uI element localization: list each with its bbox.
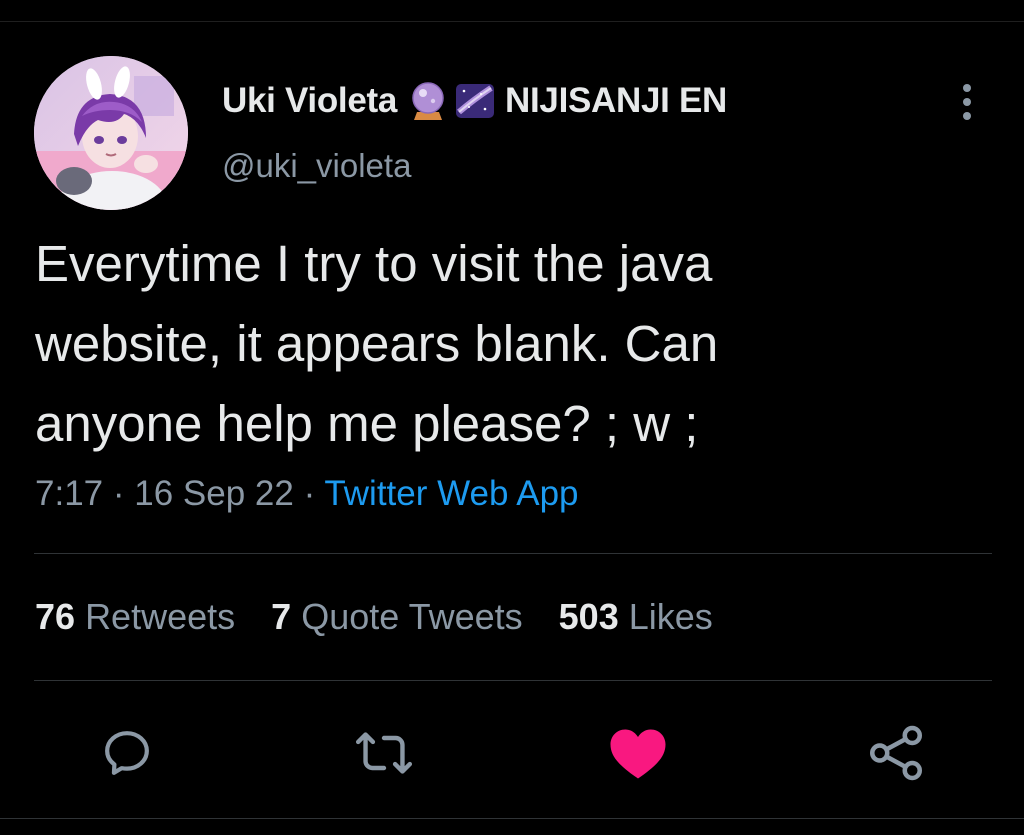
quote-tweets-label: Quote Tweets xyxy=(301,596,523,637)
author-handle[interactable]: @uki_violeta xyxy=(222,147,411,185)
divider xyxy=(34,680,992,681)
like-icon xyxy=(610,729,666,779)
avatar[interactable] xyxy=(34,56,188,210)
divider xyxy=(34,553,992,554)
bottom-divider xyxy=(0,818,1024,819)
tweet-text-line: anyone help me please? ; w ; xyxy=(35,395,699,452)
quote-tweets-count: 7 xyxy=(271,596,292,637)
retweets-count: 76 xyxy=(35,596,76,637)
retweets-stat[interactable]: 76 Retweets xyxy=(35,596,235,638)
meta-separator: · xyxy=(303,474,325,513)
share-icon xyxy=(870,725,922,781)
likes-stat[interactable]: 503 Likes xyxy=(559,596,713,638)
retweet-icon xyxy=(355,732,413,774)
tweet-meta: 7:17 · 16 Sep 22 · Twitter Web App xyxy=(35,474,579,514)
more-vertical-icon xyxy=(963,84,971,120)
tweet-text-line: website, it appears blank. Can xyxy=(35,315,719,372)
retweets-label: Retweets xyxy=(85,596,236,637)
milky-way-icon xyxy=(455,82,495,120)
author-name-row[interactable]: Uki Violeta NIJISANJI EN xyxy=(222,79,727,123)
crystal-ball-icon xyxy=(409,81,447,121)
display-name[interactable]: Uki Violeta xyxy=(222,81,397,121)
tweet-date[interactable]: 16 Sep 22 xyxy=(134,474,294,513)
more-options-button[interactable] xyxy=(950,80,984,124)
meta-separator: · xyxy=(112,474,135,513)
likes-count: 503 xyxy=(558,596,619,637)
retweet-button[interactable] xyxy=(354,723,414,783)
tweet-text-line: Everytime I try to visit the java xyxy=(35,235,713,292)
avatar-illustration xyxy=(34,56,188,210)
affiliation-label: NIJISANJI EN xyxy=(505,81,728,120)
tweet-stats: 76 Retweets 7 Quote Tweets 503 Likes xyxy=(35,596,749,638)
reply-icon xyxy=(105,731,149,775)
reply-button[interactable] xyxy=(97,723,157,783)
quote-tweets-stat[interactable]: 7 Quote Tweets xyxy=(271,596,523,638)
top-divider xyxy=(0,21,1024,22)
like-button[interactable] xyxy=(608,723,668,783)
share-button[interactable] xyxy=(866,723,926,783)
likes-label: Likes xyxy=(628,596,713,637)
tweet-source-link[interactable]: Twitter Web App xyxy=(324,474,578,513)
tweet-text: Everytime I try to visit the java websit… xyxy=(35,224,995,464)
tweet-time[interactable]: 7:17 xyxy=(35,474,103,513)
